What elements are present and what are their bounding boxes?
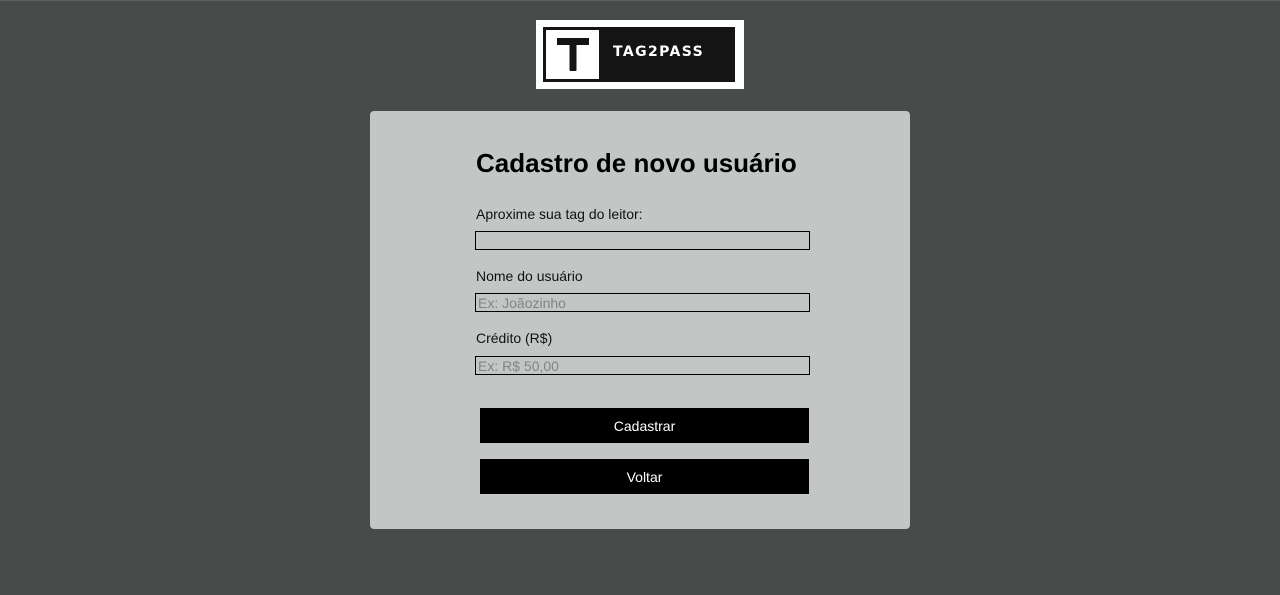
name-input[interactable] [475, 293, 810, 312]
credit-input[interactable] [475, 356, 810, 375]
logo-brand-text: TAG2PASS [613, 44, 705, 60]
tag-label: Aproxime sua tag do leitor: [476, 206, 643, 222]
tag-input[interactable] [475, 231, 810, 250]
brand-logo: TAG2PASS [536, 20, 744, 89]
back-button[interactable]: Voltar [480, 459, 809, 494]
name-label: Nome do usuário [476, 268, 583, 284]
submit-button[interactable]: Cadastrar [480, 408, 809, 443]
logo-badge: TAG2PASS [543, 27, 735, 82]
page-title: Cadastro de novo usuário [476, 148, 797, 178]
signup-card: Cadastro de novo usuário Aproxime sua ta… [370, 111, 910, 529]
logo-t-icon [546, 30, 599, 79]
credit-label: Crédito (R$) [476, 330, 553, 346]
